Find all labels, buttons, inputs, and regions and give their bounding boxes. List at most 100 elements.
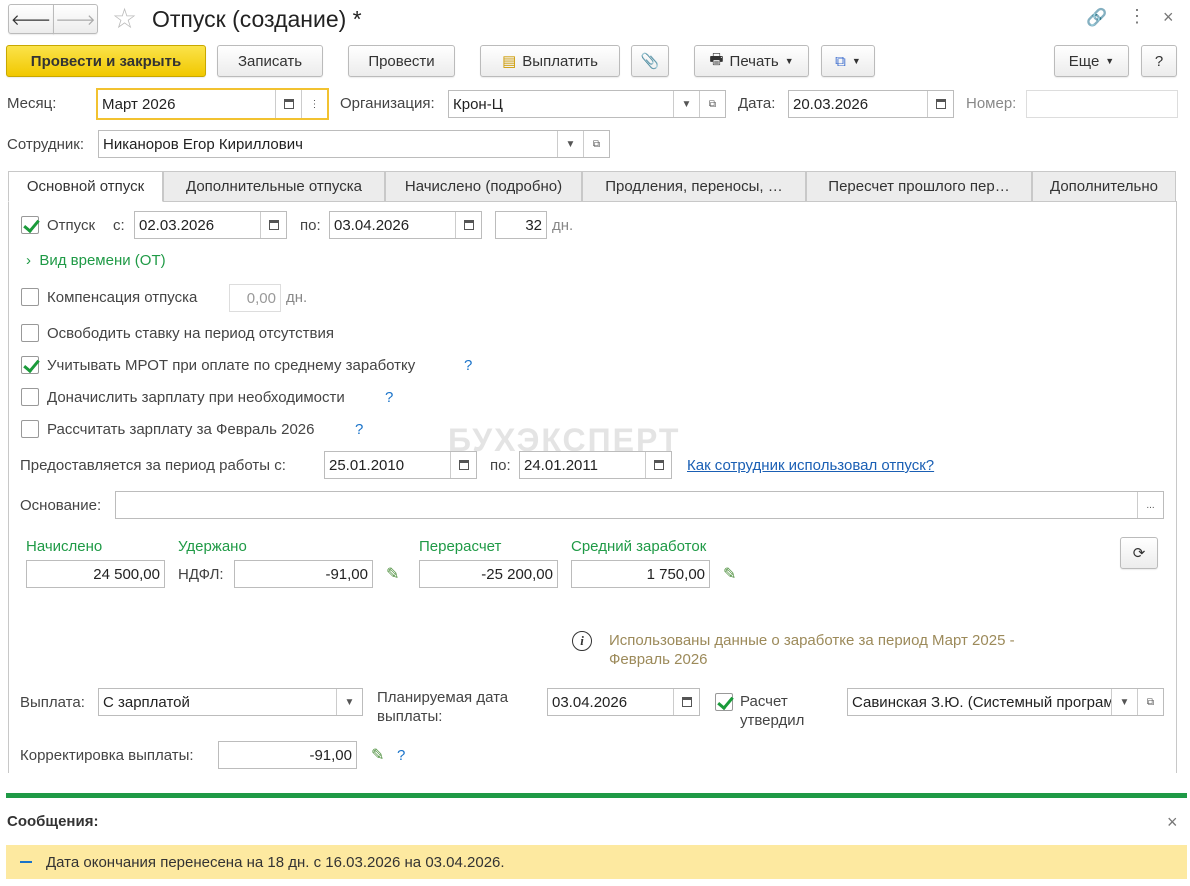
- planned-date-value[interactable]: 03.04.2026: [548, 694, 673, 711]
- planned-date-field[interactable]: 03.04.2026: [547, 688, 700, 716]
- period-from-value[interactable]: 25.01.2010: [325, 457, 450, 474]
- organization-field[interactable]: Крон-Ц ▼ ⧉: [448, 90, 726, 118]
- dropdown-icon[interactable]: ▼: [336, 689, 362, 715]
- more-button[interactable]: Еще ▼: [1054, 45, 1129, 77]
- time-type-toggle[interactable]: › Вид времени (ОТ): [26, 252, 166, 269]
- post-and-close-button[interactable]: Провести и закрыть: [6, 45, 206, 77]
- payment-value[interactable]: С зарплатой: [99, 694, 336, 711]
- calendar-icon[interactable]: [927, 91, 953, 117]
- ndfl-label: НДФЛ:: [178, 566, 224, 583]
- compensation-unit: дн.: [286, 289, 308, 306]
- post-button[interactable]: Провести: [348, 45, 455, 77]
- tab-recalculation[interactable]: Пересчет прошлого пер…: [806, 171, 1032, 202]
- calendar-icon[interactable]: [450, 452, 476, 478]
- vacation-checkbox[interactable]: [21, 216, 39, 234]
- date-value[interactable]: 20.03.2026: [789, 96, 927, 113]
- tab-accrued-details[interactable]: Начислено (подробно): [385, 171, 582, 202]
- period-from-field[interactable]: 25.01.2010: [324, 451, 477, 479]
- ndfl-value[interactable]: -91,00: [235, 566, 372, 583]
- payment-field[interactable]: С зарплатой ▼: [98, 688, 363, 716]
- tab-extensions[interactable]: Продления, переносы, …: [582, 171, 806, 202]
- compensation-field[interactable]: 0,00: [229, 284, 281, 312]
- calendar-icon[interactable]: [645, 452, 671, 478]
- accrued-value[interactable]: 24 500,00: [27, 566, 164, 583]
- avg-earnings-value[interactable]: 1 750,00: [572, 566, 709, 583]
- forward-button[interactable]: 🡒: [53, 4, 98, 34]
- attach-button[interactable]: 📎: [631, 45, 669, 77]
- avg-earnings-field[interactable]: 1 750,00: [571, 560, 710, 588]
- calendar-icon[interactable]: [275, 90, 301, 118]
- vacation-usage-link[interactable]: Как сотрудник использовал отпуск?: [687, 457, 934, 474]
- help-button[interactable]: ?: [1141, 45, 1177, 77]
- vacation-to-field[interactable]: 03.04.2026: [329, 211, 482, 239]
- employee-value[interactable]: Никаноров Егор Кириллович: [99, 136, 557, 153]
- days-value[interactable]: 32: [496, 217, 546, 234]
- accrued-field[interactable]: 24 500,00: [26, 560, 165, 588]
- dropdown-icon[interactable]: ▼: [673, 91, 699, 117]
- tab-additional[interactable]: Дополнительно: [1032, 171, 1176, 202]
- select-button[interactable]: ...: [1137, 492, 1163, 518]
- to-value[interactable]: 03.04.2026: [330, 217, 455, 234]
- approved-checkbox[interactable]: [715, 693, 733, 711]
- period-to-field[interactable]: 24.01.2011: [519, 451, 672, 479]
- from-value[interactable]: 02.03.2026: [135, 217, 260, 234]
- approved-by-value[interactable]: Савинская З.Ю. (Системный программист): [848, 694, 1111, 711]
- mrot-checkbox[interactable]: [21, 356, 39, 374]
- compensation-checkbox[interactable]: [21, 288, 39, 306]
- free-rate-checkbox[interactable]: [21, 324, 39, 342]
- print-label: Печать: [729, 52, 779, 70]
- compensation-value[interactable]: 0,00: [230, 290, 280, 307]
- correction-value[interactable]: -91,00: [219, 747, 356, 764]
- calendar-icon[interactable]: [260, 212, 286, 238]
- employee-field[interactable]: Никаноров Егор Кириллович ▼ ⧉: [98, 130, 610, 158]
- open-icon[interactable]: ⧉: [699, 91, 725, 117]
- open-icon[interactable]: ⧉: [1137, 689, 1163, 715]
- month-value[interactable]: Март 2026: [98, 96, 275, 113]
- number-field[interactable]: [1026, 90, 1178, 118]
- date-field[interactable]: 20.03.2026: [788, 90, 954, 118]
- pay-button[interactable]: ▤ Выплатить: [480, 45, 620, 77]
- favorite-star-icon[interactable]: ☆: [112, 2, 137, 35]
- print-button[interactable]: 🖶 Печать ▼: [694, 45, 809, 77]
- organization-value[interactable]: Крон-Ц: [449, 96, 673, 113]
- days-field[interactable]: 32: [495, 211, 547, 239]
- link-icon[interactable]: 🔗: [1086, 8, 1107, 28]
- vacation-from-field[interactable]: 02.03.2026: [134, 211, 287, 239]
- month-field[interactable]: Март 2026 ⋮: [96, 88, 329, 120]
- tab-main-vacation[interactable]: Основной отпуск: [8, 171, 163, 202]
- dropdown-icon[interactable]: ▼: [1111, 689, 1137, 715]
- pencil-icon[interactable]: ✎: [386, 564, 399, 584]
- calendar-icon[interactable]: [673, 689, 699, 715]
- help-icon[interactable]: ?: [385, 389, 393, 406]
- tab-additional-vacations[interactable]: Дополнительные отпуска: [163, 171, 385, 202]
- correction-field[interactable]: -91,00: [218, 741, 357, 769]
- accrued-label: Начислено: [26, 538, 103, 555]
- dropdown-icon[interactable]: ▼: [557, 131, 583, 157]
- save-button[interactable]: Записать: [217, 45, 323, 77]
- accrue-checkbox[interactable]: [21, 388, 39, 406]
- open-icon[interactable]: ⧉: [583, 131, 609, 157]
- back-button[interactable]: 🡐: [8, 4, 54, 34]
- ndfl-field[interactable]: -91,00: [234, 560, 373, 588]
- refresh-button[interactable]: ⟳: [1120, 537, 1158, 569]
- calc-salary-checkbox[interactable]: [21, 420, 39, 438]
- create-based-icon: ⧉: [835, 52, 846, 70]
- more-menu-icon[interactable]: ⋮: [1128, 6, 1146, 27]
- spinner[interactable]: ⋮: [301, 90, 327, 118]
- create-based-on-button[interactable]: ⧉ ▼: [821, 45, 875, 77]
- period-label: Предоставляется за период работы с:: [20, 457, 286, 474]
- period-to-value[interactable]: 24.01.2011: [520, 457, 645, 474]
- close-icon[interactable]: ×: [1163, 7, 1174, 28]
- approved-by-field[interactable]: Савинская З.Ю. (Системный программист)▼⧉: [847, 688, 1164, 716]
- pencil-icon[interactable]: ✎: [723, 564, 736, 584]
- basis-field[interactable]: ...: [115, 491, 1164, 519]
- recalc-value[interactable]: -25 200,00: [420, 566, 557, 583]
- message-item[interactable]: Дата окончания перенесена на 18 дн. с 16…: [6, 845, 1187, 879]
- help-icon[interactable]: ?: [464, 357, 472, 374]
- calendar-icon[interactable]: [455, 212, 481, 238]
- close-messages-icon[interactable]: ×: [1167, 812, 1178, 833]
- help-icon[interactable]: ?: [355, 421, 363, 438]
- help-icon[interactable]: ?: [397, 747, 405, 764]
- recalc-field[interactable]: -25 200,00: [419, 560, 558, 588]
- pencil-icon[interactable]: ✎: [371, 745, 384, 765]
